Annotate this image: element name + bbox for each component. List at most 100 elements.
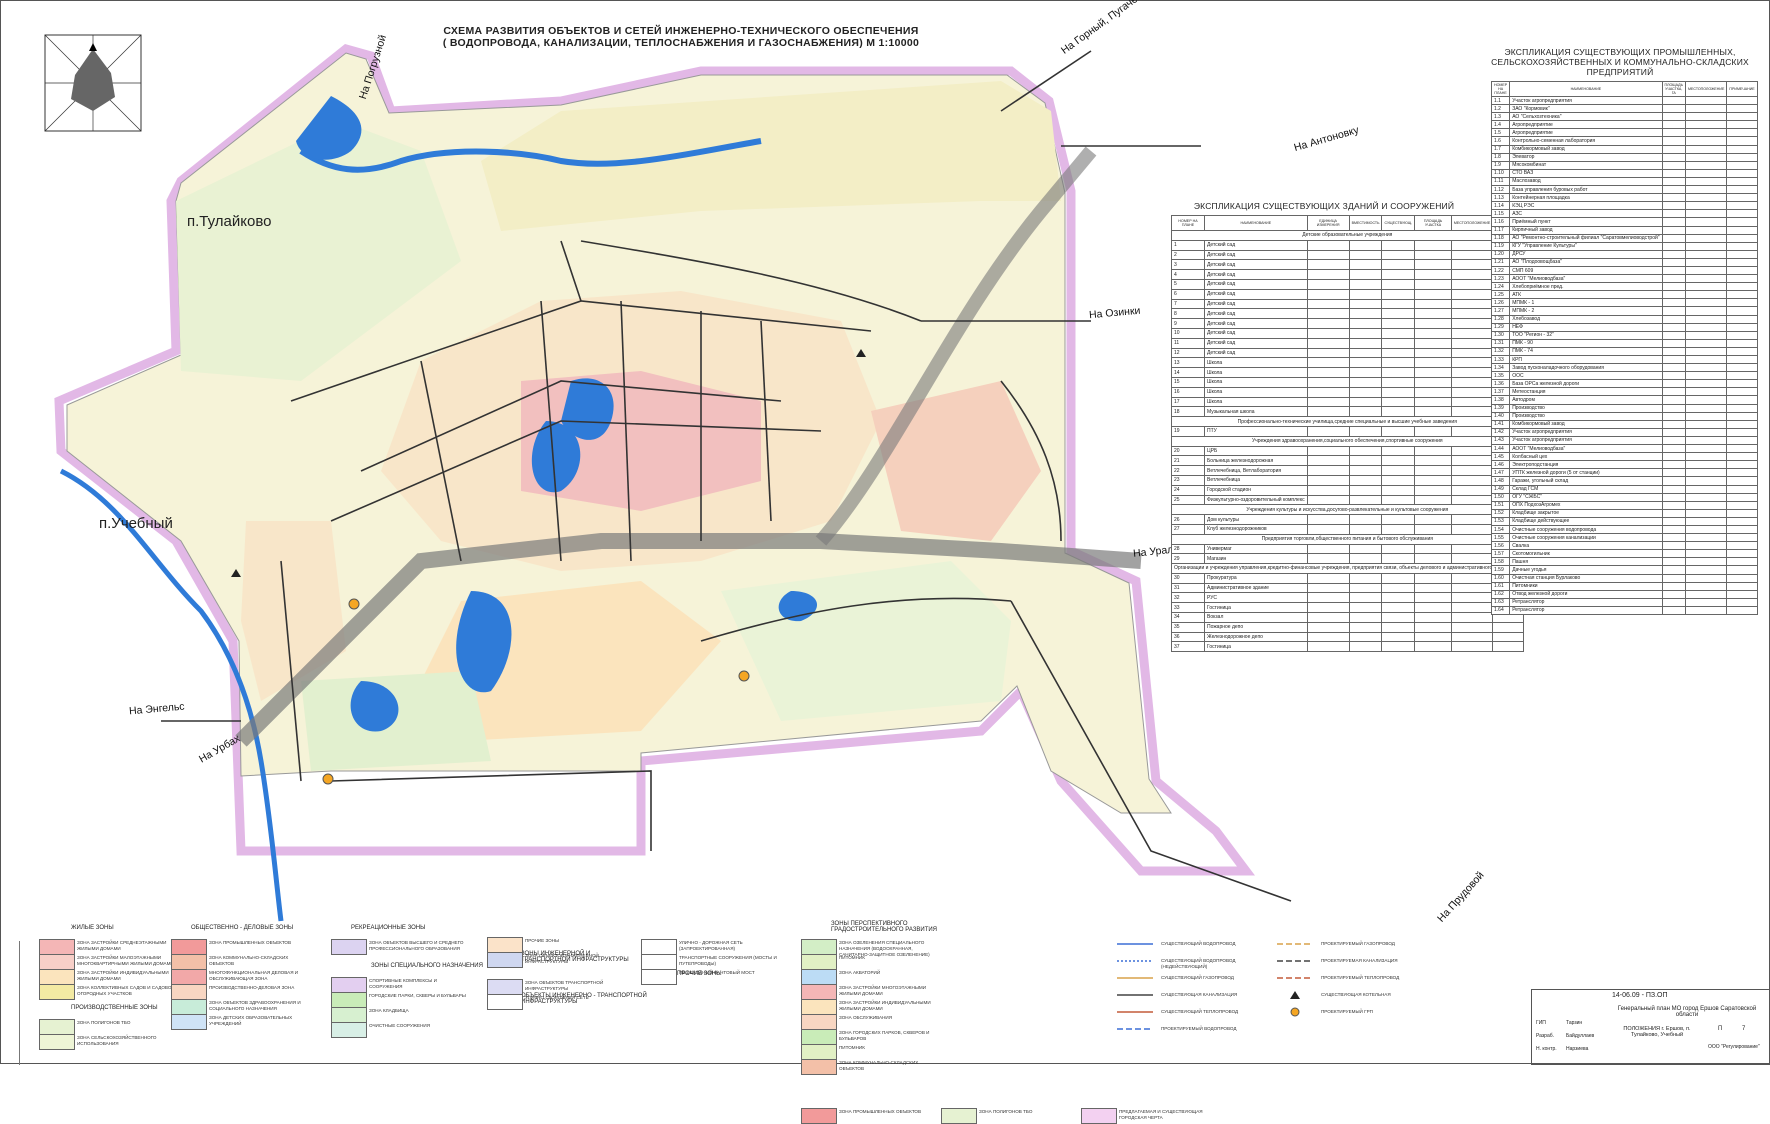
table-row: 1.45 Колбасный цех: [1490, 452, 1758, 462]
row-cell: [1381, 474, 1416, 486]
row-cell: [1450, 337, 1494, 349]
row-cell: [1661, 160, 1686, 170]
legend-line-symbol: [1117, 943, 1153, 945]
row-cell: [1306, 631, 1350, 643]
legend-swatch: [39, 984, 75, 1000]
legend-label: УЛИЧНО - ДОРОЖНАЯ СЕТЬ (ЗАПРОЕКТИРОВАННА…: [679, 940, 743, 951]
row-cell: [1450, 239, 1494, 251]
section-title: Организации и учреждения управления,кред…: [1171, 563, 1524, 574]
row-cell: [1684, 338, 1728, 348]
row-number: 1.3: [1490, 112, 1511, 122]
row-cell: [1661, 233, 1686, 243]
row-cell: [1450, 308, 1494, 320]
row-cell: [1348, 514, 1383, 525]
table-row: 1.24 Хлебоприёмное пред.: [1490, 282, 1758, 292]
row-cell: [1684, 136, 1728, 146]
row-number: 29: [1170, 553, 1206, 565]
table-row: 33 Гостиница: [1170, 602, 1524, 614]
row-number: 1.27: [1490, 306, 1511, 316]
row-cell: [1348, 484, 1383, 496]
row-cell: [1684, 533, 1728, 543]
row-name: Ветлечебница, Ветлаборатория: [1204, 465, 1308, 476]
row-cell: [1348, 621, 1383, 633]
row-cell: [1414, 445, 1452, 457]
row-cell: [1450, 327, 1494, 339]
row-cell: [1661, 314, 1686, 324]
row-cell: [1684, 565, 1728, 575]
table-row: 1.17 Кирпичный завод: [1490, 225, 1758, 235]
row-cell: [1348, 455, 1383, 467]
row-name: КРП: [1509, 354, 1663, 365]
table-row: 1.3 АО "Сельхозтехника": [1490, 112, 1758, 122]
row-cell: [1381, 249, 1416, 261]
row-cell: [1306, 298, 1350, 310]
table-row: 1.10 СТО ВАЗ: [1490, 168, 1758, 178]
table-row: 1.11 Маслозавод: [1490, 176, 1758, 187]
row-cell: [1381, 327, 1416, 339]
legend-line-label: ПРОЕКТИРУЕМАЯ КАНАЛИЗАЦИЯ: [1321, 958, 1398, 963]
row-cell: [1348, 318, 1383, 329]
row-number: 1.59: [1490, 565, 1511, 575]
row-number: 1.58: [1490, 557, 1511, 567]
legend-swatch: [801, 1029, 837, 1045]
row-cell: [1450, 602, 1494, 614]
row-cell: [1684, 363, 1728, 373]
row-cell: [1684, 444, 1728, 454]
row-number: 1.5: [1490, 128, 1511, 138]
legend-label: ЗОНА ЗАСТРОЙКИ СРЕДНЕЭТАЖНЫМИ ЖИЛЫМИ ДОМ…: [77, 940, 167, 951]
row-number: 35: [1170, 621, 1206, 633]
table-column-header: НАИМЕНОВАНИЕ: [1204, 215, 1308, 231]
row-number: 1.1: [1490, 95, 1511, 106]
row-cell: [1306, 327, 1350, 339]
row-cell: [1726, 209, 1758, 219]
row-name: Детский сад: [1204, 347, 1308, 359]
row-cell: [1726, 387, 1758, 397]
row-cell: [1450, 514, 1494, 525]
row-name: Отвод железной дороги: [1509, 589, 1663, 599]
role: Н. контр.: [1536, 1046, 1557, 1052]
row-cell: [1450, 621, 1494, 633]
row-number: 3: [1170, 259, 1206, 271]
table-row: 31 Административное здание: [1170, 582, 1524, 594]
row-cell: [1726, 363, 1758, 373]
row-cell: [1726, 500, 1758, 510]
row-cell: [1306, 602, 1350, 614]
project-name: Генеральный план МО город Ершов Саратовс…: [1617, 1006, 1757, 1018]
row-cell: [1661, 249, 1686, 259]
row-cell: [1684, 468, 1728, 478]
row-number: 1.7: [1490, 144, 1511, 154]
row-name: ЦРБ: [1204, 445, 1308, 457]
row-cell: [1381, 484, 1416, 496]
legend-label: ЗОНА ОБСЛУЖИВАНИЯ: [839, 1015, 893, 1020]
row-cell: [1661, 120, 1686, 130]
row-name: НЕФ: [1509, 322, 1663, 332]
table-row: 1.47 УПТК железной дороги (5 от станции): [1490, 468, 1758, 478]
row-cell: [1450, 445, 1494, 457]
row-number: 1.52: [1490, 508, 1511, 518]
row-cell: [1306, 582, 1350, 594]
row-number: 1.10: [1490, 168, 1511, 178]
row-cell: [1348, 269, 1383, 280]
legend-swatch: [487, 994, 523, 1010]
row-name: ООС: [1509, 371, 1663, 381]
row-cell: [1414, 259, 1452, 271]
row-number: 1.21: [1490, 257, 1511, 267]
table-column-header: ПЛОЩАДЬ УЧАСТКА: [1414, 215, 1452, 231]
legend-swatch: [331, 977, 367, 993]
row-cell: [1381, 337, 1416, 349]
legend-label: ЗОНА ПРОМЫШЛЕННЫХ ОБЪЕКТОВ: [209, 940, 292, 945]
row-cell: [1414, 367, 1452, 378]
row-cell: [1348, 543, 1383, 555]
row-cell: [1381, 357, 1416, 369]
row-cell: [1661, 484, 1686, 494]
table-row: 1.6 Контрольно-семенная лаборатория: [1490, 136, 1758, 146]
map-title-line1: СХЕМА РАЗВИТИЯ ОБЪЕКТОВ И СЕТЕЙ ИНЖЕНЕРН…: [443, 25, 919, 37]
row-cell: [1381, 602, 1416, 614]
row-cell: [1414, 494, 1452, 506]
table-row: 1.48 Гаражи, угольный склад: [1490, 476, 1758, 486]
row-cell: [1348, 406, 1383, 418]
row-cell: [1414, 347, 1452, 359]
row-cell: [1684, 160, 1728, 170]
row-cell: [1684, 387, 1728, 397]
row-cell: [1414, 631, 1452, 643]
